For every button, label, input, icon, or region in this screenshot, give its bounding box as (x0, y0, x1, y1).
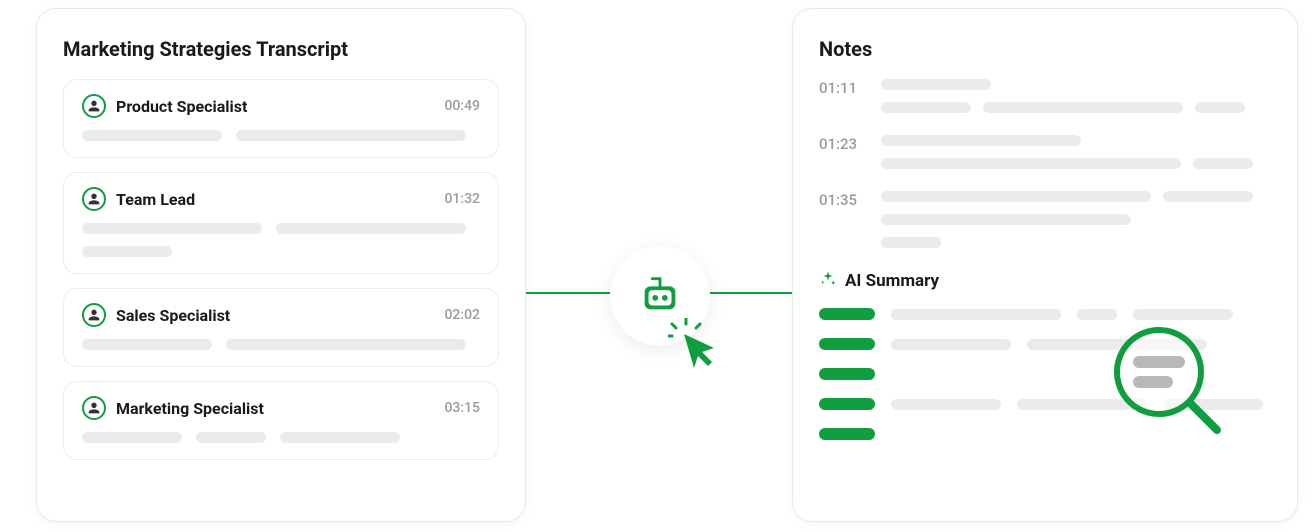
speaker-name: Sales Specialist (116, 306, 230, 325)
timestamp: 02:02 (444, 307, 480, 323)
person-avatar-icon (82, 303, 106, 327)
transcript-item[interactable]: Marketing Specialist 03:15 (63, 381, 499, 460)
ai-summary-line (819, 338, 1271, 350)
note-time: 01:11 (819, 79, 859, 97)
notes-panel: Notes 01:11 01:23 01:35 (792, 8, 1298, 522)
timestamp: 00:49 (444, 98, 480, 114)
transcript-panel: Marketing Strategies Transcript Product … (36, 8, 526, 522)
ai-summary-line (819, 368, 1271, 380)
transcript-text-placeholder (82, 223, 480, 234)
transcript-item[interactable]: Sales Specialist 02:02 (63, 288, 499, 367)
note-entry[interactable]: 01:11 (819, 79, 1271, 113)
note-time: 01:23 (819, 135, 859, 153)
timestamp: 03:15 (444, 400, 480, 416)
bot-icon (637, 271, 683, 321)
speaker-name: Product Specialist (116, 97, 247, 116)
transcript-text-placeholder (82, 432, 480, 443)
note-entry[interactable]: 01:35 (819, 191, 1271, 248)
speaker-name: Team Lead (116, 190, 195, 209)
speaker-name: Marketing Specialist (116, 399, 264, 418)
person-avatar-icon (82, 396, 106, 420)
ai-summary-line (819, 428, 1271, 440)
transcript-text-placeholder (82, 246, 480, 257)
sparkle-icon (819, 270, 837, 292)
note-text-placeholder (881, 191, 1271, 248)
transcript-item[interactable]: Product Specialist 00:49 (63, 79, 499, 158)
ai-summary-title: AI Summary (845, 271, 939, 291)
note-time: 01:35 (819, 191, 859, 209)
transcript-text-placeholder (82, 130, 480, 141)
transcript-title: Marketing Strategies Transcript (63, 37, 499, 61)
ai-summary-header: AI Summary (819, 270, 1271, 292)
note-entry[interactable]: 01:23 (819, 135, 1271, 169)
timestamp: 01:32 (444, 191, 480, 207)
ai-summary-line (819, 398, 1271, 410)
ai-summary-line (819, 308, 1271, 320)
ai-summary-body (819, 308, 1271, 440)
transcript-text-placeholder (82, 339, 480, 350)
cursor-click-icon (668, 318, 724, 378)
notes-title: Notes (819, 37, 1271, 61)
note-text-placeholder (881, 135, 1271, 169)
person-avatar-icon (82, 187, 106, 211)
note-text-placeholder (881, 79, 1271, 113)
person-avatar-icon (82, 94, 106, 118)
transcript-item[interactable]: Team Lead 01:32 (63, 172, 499, 274)
